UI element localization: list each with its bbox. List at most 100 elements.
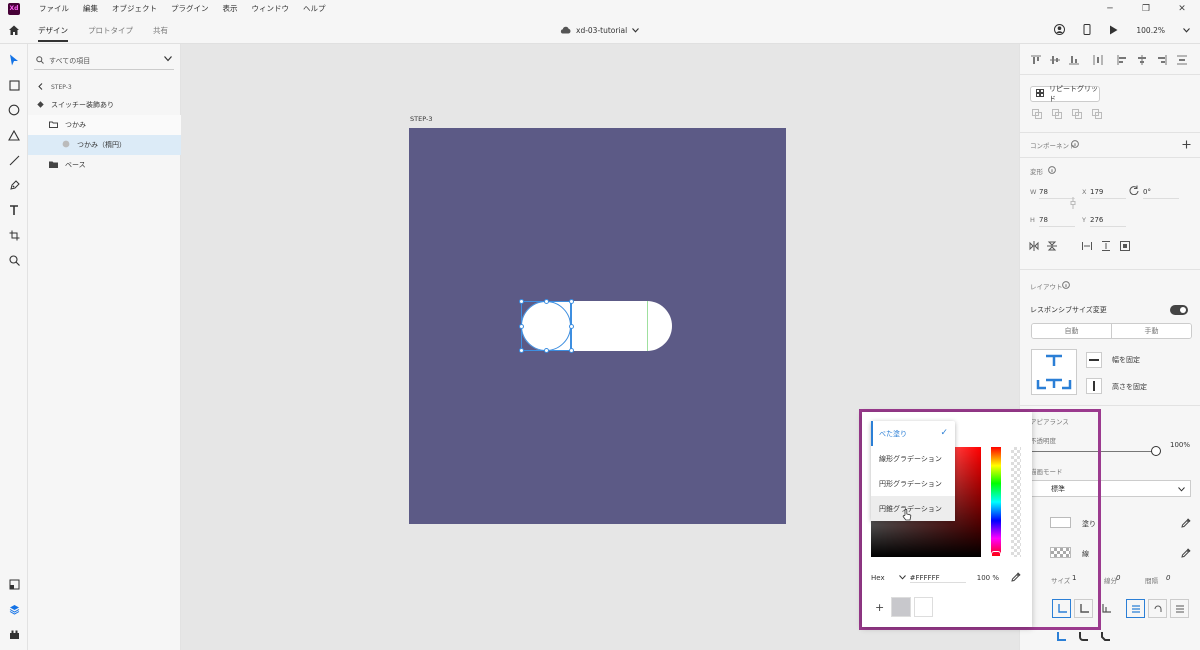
play-icon[interactable] <box>1109 25 1118 37</box>
rectangle-tool-icon[interactable] <box>6 77 22 93</box>
assets-icon[interactable] <box>6 576 22 592</box>
hex-input[interactable]: #FFFFFF <box>909 574 967 583</box>
join-round-icon[interactable] <box>1077 631 1089 643</box>
resize-handle[interactable] <box>569 324 574 329</box>
height-field[interactable]: 78 <box>1039 213 1075 227</box>
flip-horizontal-icon[interactable] <box>1028 240 1040 252</box>
layer-search-field[interactable]: すべての項目 <box>34 53 174 70</box>
chevron-down-icon[interactable] <box>898 574 906 582</box>
fill-type-solid[interactable]: べた塗り ✓ <box>871 421 955 446</box>
fill-type-radial-gradient[interactable]: 円形グラデーション <box>871 471 955 496</box>
ellipse-tool-icon[interactable] <box>6 102 22 118</box>
plugins-icon[interactable] <box>6 626 22 642</box>
menu-file[interactable]: ファイル <box>32 0 76 17</box>
zoom-tool-icon[interactable] <box>6 252 22 268</box>
home-icon[interactable] <box>8 24 20 36</box>
opacity-slider-thumb[interactable] <box>1151 446 1161 456</box>
pen-tool-icon[interactable] <box>6 177 22 193</box>
boolean-intersect-icon[interactable] <box>1071 108 1083 120</box>
fill-type-linear-gradient[interactable]: 線形グラデーション <box>871 446 955 471</box>
align-middle-icon[interactable] <box>1049 54 1061 66</box>
hue-slider[interactable] <box>991 447 1001 557</box>
artboard-title[interactable]: STEP-3 <box>410 115 432 123</box>
color-mode-select[interactable]: Hex <box>871 574 885 582</box>
repeat-grid-button[interactable]: リピートグリッド <box>1030 85 1100 103</box>
boolean-exclude-icon[interactable] <box>1091 108 1103 120</box>
color-swatch[interactable] <box>891 597 911 617</box>
constraints-widget[interactable] <box>1031 349 1077 395</box>
resize-handle[interactable] <box>569 299 574 304</box>
menu-object[interactable]: オブジェクト <box>105 0 164 17</box>
eyedropper-icon[interactable] <box>1180 547 1192 559</box>
close-button[interactable]: ✕ <box>1164 0 1200 17</box>
add-swatch-button[interactable]: + <box>871 597 888 617</box>
fixed-width-icon[interactable] <box>1086 352 1102 368</box>
layer-row-base[interactable]: ベース <box>28 155 181 175</box>
tab-prototype[interactable]: プロトタイプ <box>78 17 143 44</box>
eyedropper-icon[interactable] <box>1180 517 1192 529</box>
menu-help[interactable]: ヘルプ <box>296 0 333 17</box>
stroke-outside-icon[interactable] <box>1170 599 1189 618</box>
align-center-icon[interactable] <box>1136 54 1148 66</box>
eyedropper-icon[interactable] <box>1011 572 1021 584</box>
resize-handle[interactable] <box>519 348 524 353</box>
distribute-horizontal-icon[interactable] <box>1176 54 1188 66</box>
x-field[interactable]: 179 <box>1090 185 1126 199</box>
alpha-input[interactable]: 100 % <box>974 574 999 582</box>
stroke-inside-icon[interactable] <box>1126 599 1145 618</box>
text-tool-icon[interactable] <box>6 202 22 218</box>
layer-row-grip-ellipse[interactable]: つかみ（楕円） <box>28 135 181 155</box>
info-icon[interactable] <box>1060 279 1072 291</box>
lock-aspect-icon[interactable] <box>1067 197 1079 209</box>
info-icon[interactable] <box>1069 138 1081 150</box>
dash-value[interactable]: 0 <box>1116 574 1120 582</box>
flip-vertical-icon[interactable] <box>1046 240 1058 252</box>
y-field[interactable]: 276 <box>1090 213 1126 227</box>
menu-window[interactable]: ウィンドウ <box>245 0 297 17</box>
tab-design[interactable]: デザイン <box>28 17 78 44</box>
line-tool-icon[interactable] <box>6 152 22 168</box>
resize-handle[interactable] <box>544 348 549 353</box>
select-tool-icon[interactable] <box>6 52 22 68</box>
restore-button[interactable]: ❐ <box>1128 0 1164 17</box>
menu-plugin[interactable]: プラグイン <box>164 0 216 17</box>
rotation-field[interactable]: 0° <box>1143 185 1179 199</box>
opacity-value[interactable]: 100% <box>1170 441 1190 449</box>
align-top-icon[interactable] <box>1030 54 1042 66</box>
resize-height-icon[interactable] <box>1100 240 1112 252</box>
seg-manual[interactable]: 手動 <box>1111 324 1191 338</box>
chevron-down-icon[interactable] <box>164 56 172 64</box>
resize-handle[interactable] <box>569 348 574 353</box>
layers-icon[interactable] <box>6 601 22 617</box>
stroke-center-icon[interactable] <box>1148 599 1167 618</box>
hue-slider-thumb[interactable] <box>991 551 1001 557</box>
alpha-slider[interactable] <box>1011 447 1021 557</box>
responsive-resize-toggle[interactable] <box>1170 305 1188 315</box>
fit-content-icon[interactable] <box>1119 240 1131 252</box>
zoom-level[interactable]: 100.2% <box>1136 26 1165 35</box>
minimize-button[interactable]: ─ <box>1092 0 1128 17</box>
color-swatch[interactable] <box>913 597 933 617</box>
fill-type-angular-gradient[interactable]: 円錐グラデーション <box>871 496 955 521</box>
align-left-icon[interactable] <box>1116 54 1128 66</box>
device-preview-icon[interactable] <box>1083 24 1091 37</box>
menu-edit[interactable]: 編集 <box>76 0 105 17</box>
join-miter-icon[interactable] <box>1055 631 1067 643</box>
layer-row-switch[interactable]: スイッチー装飾あり <box>28 95 181 115</box>
menu-view[interactable]: 表示 <box>216 0 245 17</box>
layer-row-grip-group[interactable]: つかみ <box>28 115 181 135</box>
join-bevel-icon[interactable] <box>1099 631 1111 643</box>
user-icon[interactable] <box>1054 24 1066 37</box>
chevron-down-icon[interactable] <box>1183 26 1190 35</box>
resize-handle[interactable] <box>544 299 549 304</box>
seg-auto[interactable]: 自動 <box>1032 324 1111 338</box>
fixed-height-icon[interactable] <box>1086 378 1102 394</box>
distribute-vertical-icon[interactable] <box>1092 54 1104 66</box>
polygon-tool-icon[interactable] <box>6 127 22 143</box>
gap-value[interactable]: 0 <box>1166 574 1170 582</box>
info-icon[interactable] <box>1046 164 1058 176</box>
align-right-icon[interactable] <box>1156 54 1168 66</box>
artboard-tool-icon[interactable] <box>6 227 22 243</box>
add-component-icon[interactable] <box>1180 138 1192 150</box>
align-bottom-icon[interactable] <box>1068 54 1080 66</box>
